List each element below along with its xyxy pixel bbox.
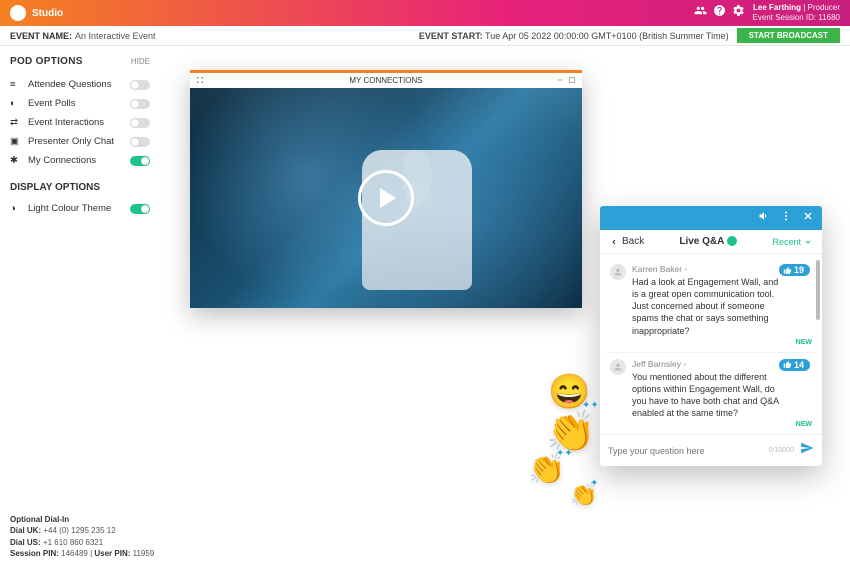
like-count[interactable]: 19 xyxy=(779,264,810,276)
avatar xyxy=(610,359,626,375)
qa-title: Live Q&A xyxy=(644,236,772,247)
dial-uk-label: Dial UK: xyxy=(10,526,41,535)
qa-input-row: 0/10000 xyxy=(600,434,822,466)
gear-icon[interactable] xyxy=(732,4,745,22)
toggle[interactable] xyxy=(130,137,150,147)
qa-item: Karren Baker Had a look at Engagement Wa… xyxy=(606,258,816,353)
pod-item-event-polls[interactable]: ◐ Event Polls xyxy=(10,94,150,113)
app-header: Studio Lee Farthing | Producer Event Ses… xyxy=(0,0,850,26)
user-role: Producer xyxy=(808,3,840,12)
toggle[interactable] xyxy=(130,156,150,166)
like-number: 19 xyxy=(794,265,804,275)
brand-logo xyxy=(10,5,26,21)
like-number: 14 xyxy=(794,360,804,370)
qa-body: Karren Baker Had a look at Engagement Wa… xyxy=(600,254,822,434)
event-start: EVENT START: Tue Apr 05 2022 00:00:00 GM… xyxy=(419,31,729,41)
chat-icon: ▣ xyxy=(10,136,22,147)
new-badge: NEW xyxy=(632,339,812,346)
expand-icon[interactable] xyxy=(196,76,204,86)
video-title: MY CONNECTIONS xyxy=(349,76,422,85)
dial-uk-value: +44 (0) 1295 235 12 xyxy=(43,526,115,535)
user-name: Lee Farthing xyxy=(753,3,801,12)
dial-us-label: Dial US: xyxy=(10,538,41,547)
qa-question-input[interactable] xyxy=(608,446,763,456)
dial-pin-value: 146489 xyxy=(61,549,88,558)
theme-icon: ◑ xyxy=(10,203,22,214)
qa-text: Had a look at Engagement Wall, and is a … xyxy=(632,276,812,337)
user-block: Lee Farthing | Producer Event Session ID… xyxy=(753,3,840,22)
dial-pin-label: Session PIN: xyxy=(10,549,59,558)
sort-recent[interactable]: Recent xyxy=(772,237,812,247)
connections-icon: ✱ xyxy=(10,155,22,166)
display-item-light-theme[interactable]: ◑ Light Colour Theme xyxy=(10,199,150,218)
pod-label: Presenter Only Chat xyxy=(28,136,124,147)
sidebar: POD OPTIONS HIDE ≡ Attendee Questions ◐ … xyxy=(0,46,160,573)
toggle[interactable] xyxy=(130,80,150,90)
event-name-value: An Interactive Event xyxy=(75,31,156,41)
spark-icon: ✦ xyxy=(590,478,598,489)
like-count[interactable]: 14 xyxy=(779,359,810,371)
toggle[interactable] xyxy=(130,204,150,214)
char-counter: 0/10000 xyxy=(769,447,794,454)
close-icon[interactable] xyxy=(802,209,814,227)
display-label: Light Colour Theme xyxy=(28,203,124,214)
event-name-label: EVENT NAME: xyxy=(10,31,72,41)
video-window: MY CONNECTIONS xyxy=(190,70,582,308)
spark-icon: ✦✦ xyxy=(582,400,599,411)
qa-panel: Back Live Q&A Recent Karren Baker Had a … xyxy=(600,206,822,466)
qa-header: Back Live Q&A Recent xyxy=(600,230,822,254)
event-start-value: Tue Apr 05 2022 00:00:00 GMT+0100 (Briti… xyxy=(485,31,729,41)
minimize-icon[interactable] xyxy=(556,76,564,86)
dial-in-info: Optional Dial-In Dial UK: +44 (0) 1295 2… xyxy=(10,514,154,559)
user-pin-value: 11959 xyxy=(133,549,155,558)
avatar xyxy=(610,264,626,280)
window-icon[interactable] xyxy=(568,76,576,86)
toggle[interactable] xyxy=(130,118,150,128)
interactions-icon: ⇄ xyxy=(10,117,22,128)
help-icon[interactable] xyxy=(713,4,726,22)
display-options-heading: DISPLAY OPTIONS xyxy=(10,182,150,193)
video-frame xyxy=(190,88,582,308)
qa-text: You mentioned about the different option… xyxy=(632,371,812,420)
hide-link[interactable]: HIDE xyxy=(131,57,150,66)
back-button[interactable]: Back xyxy=(610,236,644,247)
questions-icon: ≡ xyxy=(10,79,22,90)
pod-options-heading: POD OPTIONS xyxy=(10,56,83,67)
pod-label: Event Polls xyxy=(28,98,124,109)
play-button[interactable] xyxy=(358,170,414,226)
back-label: Back xyxy=(622,236,644,247)
pod-label: Attendee Questions xyxy=(28,79,124,90)
pod-item-event-interactions[interactable]: ⇄ Event Interactions xyxy=(10,113,150,132)
more-icon[interactable] xyxy=(780,209,792,227)
spark-icon: ✦✦ xyxy=(556,448,573,459)
start-broadcast-button[interactable]: START BROADCAST xyxy=(737,28,840,43)
event-start-label: EVENT START: xyxy=(419,31,483,41)
people-icon[interactable] xyxy=(694,4,707,22)
pod-item-my-connections[interactable]: ✱ My Connections xyxy=(10,151,150,170)
session-id: Event Session ID: 11680 xyxy=(753,13,840,23)
new-badge: NEW xyxy=(632,421,812,428)
send-button[interactable] xyxy=(800,441,814,460)
scrollbar[interactable] xyxy=(816,260,820,320)
header-icons xyxy=(694,4,745,22)
pod-item-presenter-chat[interactable]: ▣ Presenter Only Chat xyxy=(10,132,150,151)
video-title-bar: MY CONNECTIONS xyxy=(190,70,582,88)
polls-icon: ◐ xyxy=(10,98,22,109)
qa-titlebar xyxy=(600,206,822,230)
brand-name: Studio xyxy=(32,8,63,19)
pod-label: Event Interactions xyxy=(28,117,124,128)
toggle[interactable] xyxy=(130,99,150,109)
pod-label: My Connections xyxy=(28,155,124,166)
qa-live-dot-icon xyxy=(727,236,737,246)
dial-us-value: +1 610 860 6321 xyxy=(43,538,103,547)
dial-heading: Optional Dial-In xyxy=(10,515,69,524)
volume-icon[interactable] xyxy=(758,209,770,227)
user-pin-label: User PIN: xyxy=(94,549,130,558)
qa-item: Jeff Barnsley You mentioned about the di… xyxy=(606,353,816,435)
event-bar: EVENT NAME: An Interactive Event EVENT S… xyxy=(0,26,850,46)
pod-item-attendee-questions[interactable]: ≡ Attendee Questions xyxy=(10,75,150,94)
